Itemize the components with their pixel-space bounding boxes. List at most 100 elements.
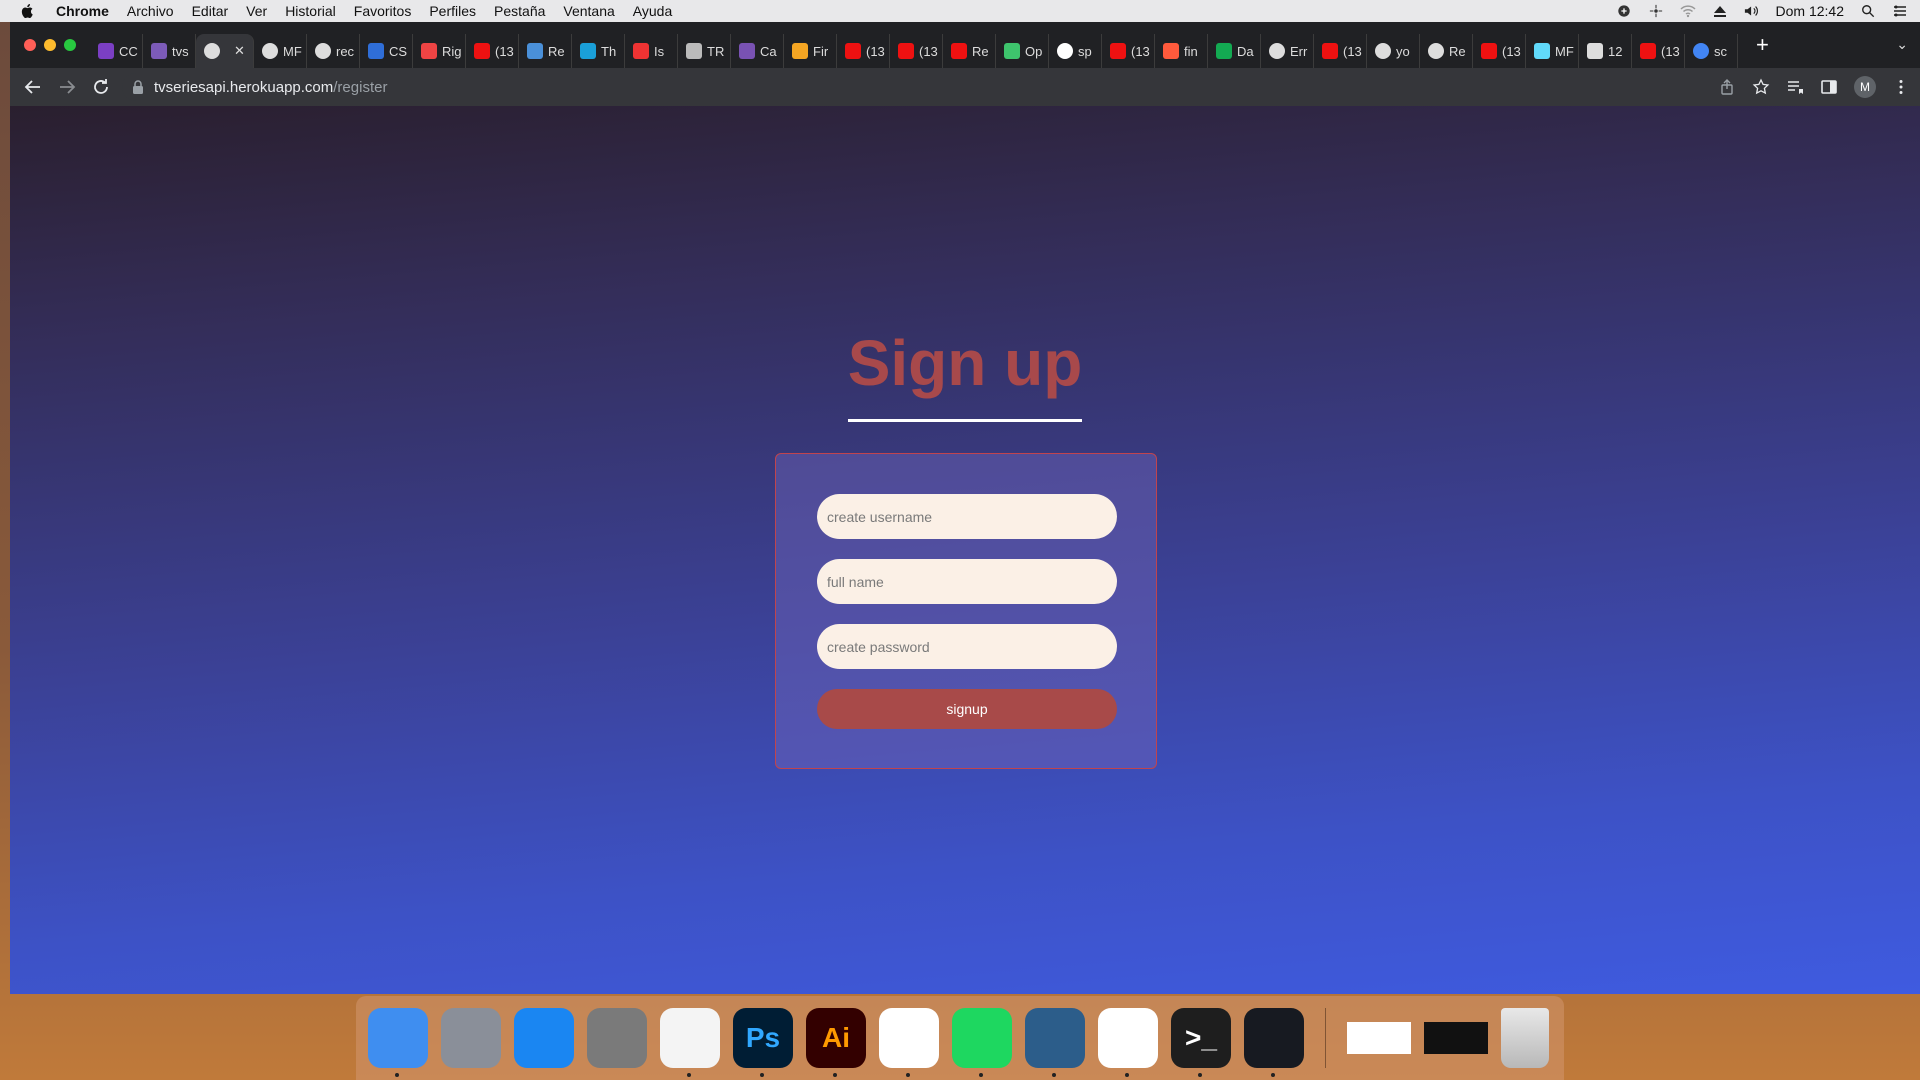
browser-tab[interactable]: Re [943, 34, 996, 68]
menu-pestana[interactable]: Pestaña [494, 0, 545, 22]
bookmark-star-icon[interactable] [1752, 78, 1770, 96]
menu-ver[interactable]: Ver [246, 0, 267, 22]
menu-editar[interactable]: Editar [192, 0, 229, 22]
browser-tab[interactable]: Re [1420, 34, 1473, 68]
menu-ventana[interactable]: Ventana [563, 0, 614, 22]
tab-label: (13 [919, 43, 938, 59]
new-tab-button[interactable]: + [1756, 32, 1769, 58]
tab-label: (13 [1131, 43, 1150, 59]
globe-icon [1428, 43, 1444, 59]
tab-search-chevron-icon[interactable]: ⌄ [1896, 36, 1908, 53]
password-input[interactable] [817, 624, 1117, 669]
spotlight-search-icon[interactable] [1860, 4, 1876, 18]
photoshop-icon[interactable]: Ps [733, 1008, 793, 1077]
share-icon[interactable] [1718, 78, 1736, 96]
browser-tab[interactable]: Da [1208, 34, 1261, 68]
tab-label: CC [119, 43, 138, 59]
minimized-window-thumbnail[interactable] [1424, 1022, 1488, 1054]
full-name-input[interactable] [817, 559, 1117, 604]
browser-tab[interactable]: (13 [1632, 34, 1685, 68]
profile-avatar[interactable]: M [1854, 76, 1876, 98]
volume-icon[interactable] [1744, 4, 1760, 18]
browser-tab[interactable]: Ca [731, 34, 784, 68]
browser-tab[interactable]: CC [90, 34, 143, 68]
menu-archivo[interactable]: Archivo [127, 0, 174, 22]
terminal-icon[interactable]: >_ [1171, 1008, 1231, 1077]
browser-tab[interactable]: (13 [890, 34, 943, 68]
mysql-workbench-icon[interactable] [1025, 1008, 1085, 1077]
browser-tab[interactable]: yo [1367, 34, 1420, 68]
vscode-icon[interactable] [879, 1008, 939, 1077]
vpn-icon[interactable] [1616, 4, 1632, 18]
reload-icon[interactable] [92, 78, 110, 96]
reading-list-icon[interactable] [1786, 78, 1804, 96]
illustrator-icon[interactable]: Ai [806, 1008, 866, 1077]
launchpad-icon[interactable] [441, 1008, 501, 1068]
menu-historial[interactable]: Historial [285, 0, 336, 22]
browser-tab[interactable]: (13 [1102, 34, 1155, 68]
minimized-window-thumbnail[interactable] [1347, 1022, 1411, 1054]
browser-tab[interactable]: MF [254, 34, 307, 68]
address-bar[interactable]: tvseriesapi.herokuapp.com/register [122, 73, 1762, 101]
menubar-clock[interactable]: Dom 12:42 [1776, 3, 1844, 19]
zoom-window-button[interactable] [64, 39, 76, 51]
menu-perfiles[interactable]: Perfiles [429, 0, 476, 22]
browser-tab[interactable]: MF [1526, 34, 1579, 68]
close-tab-icon[interactable]: ✕ [234, 43, 245, 59]
back-arrow-icon[interactable] [24, 78, 42, 96]
tab-label: 12 [1608, 43, 1623, 59]
signup-button[interactable]: signup [817, 689, 1117, 729]
browser-tab[interactable]: Re [519, 34, 572, 68]
chrome-icon[interactable] [660, 1008, 720, 1077]
eject-icon[interactable] [1712, 4, 1728, 18]
menu-app-name[interactable]: Chrome [56, 0, 109, 22]
tab-label: Ca [760, 43, 777, 59]
browser-tab[interactable]: sp [1049, 34, 1102, 68]
apple-icon[interactable] [20, 4, 34, 18]
tab-label: Da [1237, 43, 1254, 59]
username-input[interactable] [817, 494, 1117, 539]
control-center-icon[interactable] [1892, 4, 1908, 18]
finder-icon[interactable] [368, 1008, 428, 1077]
menu-favoritos[interactable]: Favoritos [354, 0, 412, 22]
browser-tab[interactable]: TR [678, 34, 731, 68]
system-preferences-icon[interactable] [587, 1008, 647, 1068]
tab-label: yo [1396, 43, 1410, 59]
window-controls [24, 39, 76, 51]
steam-icon[interactable] [1244, 1008, 1304, 1077]
browser-tab[interactable]: CS [360, 34, 413, 68]
browser-tab[interactable]: sc [1685, 34, 1738, 68]
browser-tab[interactable]: Rig [413, 34, 466, 68]
spotify-icon[interactable] [952, 1008, 1012, 1077]
network-icon[interactable] [1648, 4, 1664, 18]
browser-tab[interactable]: Fir [784, 34, 837, 68]
side-panel-icon[interactable] [1820, 78, 1838, 96]
wifi-icon[interactable] [1679, 4, 1696, 18]
running-indicator [395, 1073, 399, 1077]
browser-tab[interactable]: Is [625, 34, 678, 68]
browser-tab[interactable]: fin [1155, 34, 1208, 68]
safari-icon[interactable] [1098, 1008, 1158, 1077]
browser-tab[interactable]: ✕ [196, 34, 254, 68]
more-menu-icon[interactable] [1892, 78, 1910, 96]
trash-icon[interactable] [1501, 1008, 1549, 1068]
app-store-icon[interactable] [514, 1008, 574, 1068]
browser-tab[interactable]: rec [307, 34, 360, 68]
browser-tab[interactable]: (13 [466, 34, 519, 68]
browser-tab[interactable]: Th [572, 34, 625, 68]
tab-label: Op [1025, 43, 1043, 59]
browser-tab[interactable]: tvs [143, 34, 196, 68]
browser-tab[interactable]: Op [996, 34, 1049, 68]
browser-tab[interactable]: (13 [1473, 34, 1526, 68]
close-window-button[interactable] [24, 39, 36, 51]
minimize-window-button[interactable] [44, 39, 56, 51]
page-title: Sign up [847, 327, 1083, 399]
lock-icon[interactable] [132, 80, 144, 94]
browser-tab[interactable]: (13 [837, 34, 890, 68]
browser-tab[interactable]: Err [1261, 34, 1314, 68]
forward-arrow-icon[interactable] [58, 78, 76, 96]
youtube-icon [1322, 43, 1338, 59]
menu-ayuda[interactable]: Ayuda [633, 0, 672, 22]
browser-tab[interactable]: (13 [1314, 34, 1367, 68]
browser-tab[interactable]: 12 [1579, 34, 1632, 68]
